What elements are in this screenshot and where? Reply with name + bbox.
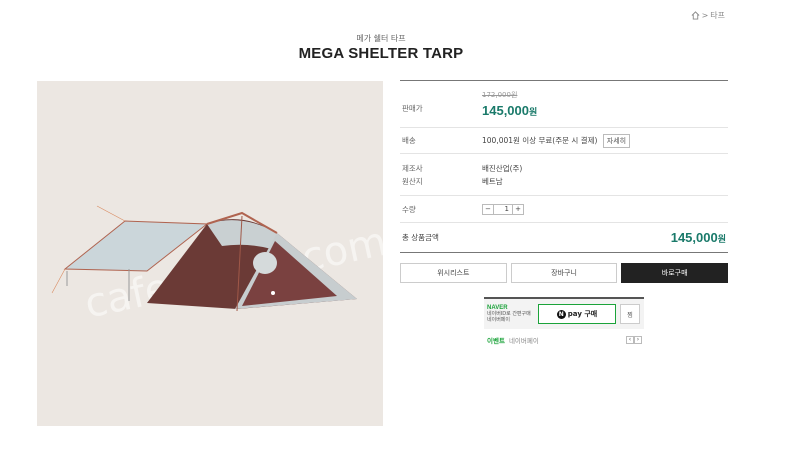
shipping-text: 100,001원 이상 무료(주문 시 결제) xyxy=(482,135,598,145)
total-price-unit: 원 xyxy=(717,234,726,244)
naver-pay-button-label: pay 구매 xyxy=(567,310,598,318)
total-price-value: 145,000 xyxy=(670,230,718,245)
naver-pay-box: NAVER 네이버ID로 간편구매 네이버페이 N pay 구매 찜 xyxy=(484,297,644,329)
event-text[interactable]: 네이버페이 xyxy=(509,335,626,345)
product-subtitle: 메가 쉘터 타프 xyxy=(356,34,406,43)
breadcrumb-current[interactable]: 타프 xyxy=(710,10,725,21)
quantity-plus-button[interactable]: + xyxy=(513,205,523,214)
quantity-stepper: − 1 + xyxy=(482,203,524,215)
sale-price: 145,000원 xyxy=(482,103,728,118)
quantity-label: 수량 xyxy=(402,204,416,214)
naver-pay-button[interactable]: N pay 구매 xyxy=(538,304,616,324)
action-buttons: 위시리스트 장바구니 바로구매 xyxy=(400,263,729,283)
product-info-panel: 판매가 172,000원 145,000원 배송 100,001원 이상 무료(… xyxy=(400,80,729,283)
event-prev-icon[interactable]: ‹ xyxy=(626,336,634,344)
total-price: 145,000원 xyxy=(671,230,728,245)
quantity-input[interactable]: 1 xyxy=(493,204,513,214)
event-label: 이벤트 xyxy=(487,337,505,345)
wishlist-button[interactable]: 위시리스트 xyxy=(400,263,507,283)
price-row: 판매가 172,000원 145,000원 xyxy=(400,81,728,128)
price-label: 판매가 xyxy=(402,104,423,113)
quantity-row: 수량 − 1 + xyxy=(400,196,728,223)
cart-button[interactable]: 장바구니 xyxy=(510,263,618,283)
total-label: 총 상품금액 xyxy=(402,233,439,242)
breadcrumb: > 타프 xyxy=(691,10,725,21)
product-image[interactable]: cafe.naver.com/joonggonara xyxy=(37,81,383,426)
origin-label: 원산지 xyxy=(402,177,423,186)
sale-price-value: 145,000 xyxy=(482,103,529,118)
home-icon[interactable] xyxy=(691,11,700,20)
naver-pay-info: NAVER 네이버ID로 간편구매 네이버페이 xyxy=(484,305,534,323)
shipping-row: 배송 100,001원 이상 무료(주문 시 결제) 자세히 xyxy=(400,128,728,154)
product-title: MEGA SHELTER TARP xyxy=(298,45,464,62)
naver-wish-button[interactable]: 찜 xyxy=(620,304,640,324)
naver-n-icon: N xyxy=(556,309,566,319)
naver-event-bar: 이벤트 네이버페이 ‹ › xyxy=(487,335,642,345)
quantity-minus-button[interactable]: − xyxy=(483,205,493,214)
breadcrumb-separator: > xyxy=(701,11,709,20)
total-row: 총 상품금액 145,000원 xyxy=(400,223,728,253)
event-next-icon[interactable]: › xyxy=(634,336,642,344)
tent-illustration: cafe.naver.com/joonggonara xyxy=(37,81,383,426)
shipping-label: 배송 xyxy=(402,136,416,145)
sale-price-unit: 원 xyxy=(529,107,538,117)
origin-value: 베트남 xyxy=(482,177,503,186)
maker-row: 제조사 원산지 배진산업(주) 베트남 xyxy=(400,154,728,196)
maker-label: 제조사 xyxy=(402,164,423,173)
shipping-detail-button[interactable]: 자세히 xyxy=(602,133,631,148)
original-price: 172,000원 xyxy=(482,91,518,99)
buy-now-button[interactable]: 바로구매 xyxy=(621,263,729,283)
maker-value: 배진산업(주) xyxy=(482,164,523,173)
naver-pay-line2: 네이버페이 xyxy=(487,317,511,323)
